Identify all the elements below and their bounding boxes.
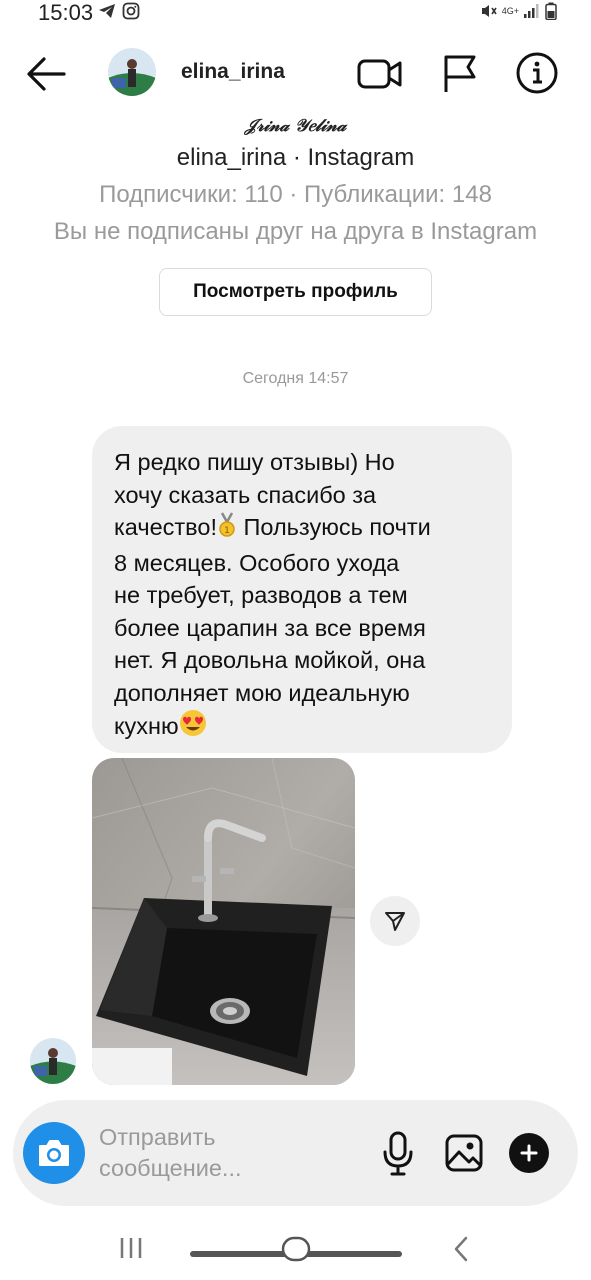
home-button[interactable] [190, 1234, 402, 1264]
chat-header: elina_irina [0, 40, 591, 106]
camera-button[interactable] [23, 1122, 85, 1184]
info-icon [516, 52, 558, 94]
system-nav-bar [0, 1226, 591, 1280]
recent-apps-button[interactable] [118, 1234, 144, 1262]
network-4g-label: 4G+ [501, 5, 519, 16]
profile-card: 𝒥𝓇𝒾𝓃𝒶 𝒴𝑒𝓁𝒾𝓃𝒶 elina_irina · Instagram Под… [0, 112, 591, 250]
microphone-button[interactable] [381, 1130, 415, 1176]
message-timestamp: Сегодня 14:57 [242, 370, 349, 387]
add-sticker-button[interactable] [509, 1133, 549, 1173]
camera-icon [39, 1140, 69, 1166]
view-profile-button[interactable]: Посмотреть профиль [159, 268, 432, 316]
message-bubble[interactable]: Я редко пишу отзывы) Но хочу сказать спа… [92, 426, 512, 753]
video-call-icon [357, 59, 402, 89]
svg-text:1: 1 [224, 526, 230, 536]
gallery-icon [445, 1134, 483, 1172]
send-arrow-icon [385, 912, 405, 931]
report-button[interactable] [440, 52, 480, 96]
heart-eyes-emoji-icon [179, 709, 207, 746]
message-text-part2: Пользуюсь почти 8 месяцев. Особого ухода… [114, 514, 431, 739]
back-arrow-icon [27, 57, 66, 91]
sink-photo-image [92, 758, 355, 1085]
info-button[interactable] [514, 50, 560, 96]
follow-status: Вы не подписаны друг на друга в Instagra… [53, 218, 538, 245]
gallery-button[interactable] [445, 1134, 483, 1172]
instagram-icon [122, 2, 140, 20]
add-sticker-icon [520, 1144, 538, 1162]
message-text: Я редко пишу отзывы) Но хочу сказать спа… [114, 446, 490, 746]
signal-icon [524, 4, 539, 18]
profile-stats: Подписчики: 110 · Публикации: 148 [99, 181, 492, 208]
share-button[interactable] [370, 896, 420, 946]
message-composer: Отправить сообщение... [13, 1100, 578, 1206]
flag-icon [444, 55, 476, 92]
mute-icon [481, 5, 497, 17]
status-time: 15:03 [38, 0, 94, 25]
status-left-icons [98, 2, 140, 20]
battery-icon [545, 2, 557, 20]
avatar-image [30, 1038, 76, 1084]
header-username[interactable]: elina_irina [181, 60, 285, 84]
microphone-icon [383, 1131, 413, 1176]
chevron-left-icon [454, 1236, 468, 1262]
photo-attachment[interactable] [92, 758, 355, 1085]
profile-fullname: 𝒥𝓇𝒾𝓃𝒶 𝒴𝑒𝓁𝒾𝓃𝒶 [244, 116, 347, 136]
back-button[interactable] [24, 54, 68, 94]
home-pill-icon [190, 1236, 402, 1262]
status-right-icons: 4G+ [480, 2, 557, 20]
avatar-image [108, 48, 156, 96]
medal-icon: 1 [217, 512, 237, 547]
message-input[interactable]: Отправить сообщение... [99, 1122, 299, 1186]
system-back-button[interactable] [450, 1234, 472, 1264]
header-avatar[interactable] [108, 48, 156, 96]
recent-apps-icon [120, 1238, 142, 1258]
sender-avatar[interactable] [30, 1038, 76, 1084]
profile-subtitle: elina_irina · Instagram [176, 144, 415, 171]
video-call-button[interactable] [356, 54, 404, 94]
telegram-icon [99, 4, 115, 18]
status-bar: 15:03 4G+ [0, 0, 591, 30]
